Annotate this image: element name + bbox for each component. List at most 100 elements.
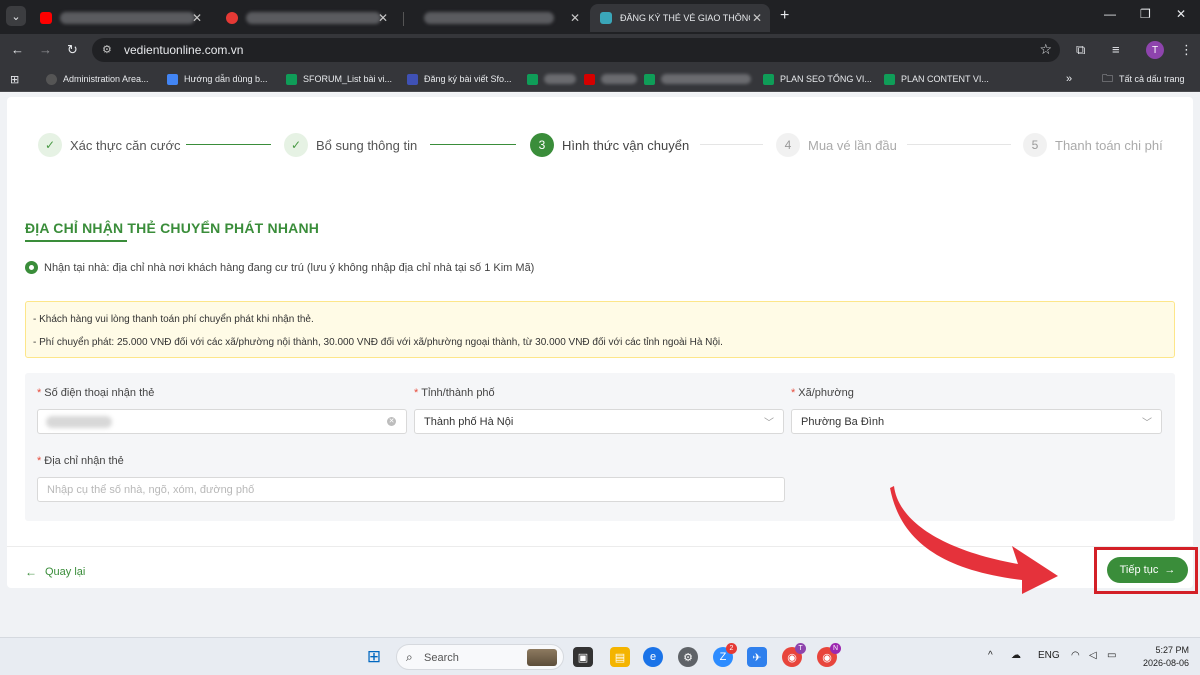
- tab-search-button[interactable]: ⌄: [6, 6, 26, 26]
- browser-tab-bar: ⌄ ✕ ✕ ✕ ĐĂNG KÝ THẺ VÉ GIAO THÔNG ✕ + — …: [0, 0, 1200, 34]
- chrome-profile-icon[interactable]: ◉ N: [817, 643, 841, 667]
- sheets-favicon-icon: [884, 73, 895, 85]
- phone-input[interactable]: ✕: [37, 409, 407, 434]
- tray-chevron-up-icon[interactable]: ^: [988, 650, 993, 661]
- back-arrow-icon[interactable]: ←: [11, 42, 24, 57]
- browser-tab-1[interactable]: ✕: [30, 4, 210, 32]
- progress-stepper: ✓ Xác thực căn cước ✓ Bổ sung thông tin …: [7, 131, 1193, 159]
- step-number: 4: [776, 133, 800, 157]
- forward-arrow-icon[interactable]: →: [39, 42, 52, 57]
- restore-icon[interactable]: ❐: [1140, 7, 1151, 21]
- media-control-icon[interactable]: ≡: [1112, 42, 1120, 57]
- bookmark-item[interactable]: Hướng dẫn dùng b...: [167, 72, 267, 86]
- all-bookmarks-folder[interactable]: 🗀 Tất cả dấu trang: [1102, 72, 1185, 86]
- required-mark: *: [37, 387, 42, 399]
- site-info-icon[interactable]: ⚙: [102, 43, 112, 56]
- ward-label: * Xã/phường: [791, 387, 854, 399]
- browser-toolbar: ← → ↻ ⚙ vedientuonline.com.vn ☆ ⧉ ≡ T ⋮: [0, 34, 1200, 66]
- bookmark-item[interactable]: SFORUM_List bài vi...: [286, 72, 392, 86]
- bookmark-item-redacted[interactable]: [584, 72, 637, 86]
- search-highlight-image: [527, 649, 557, 666]
- cloud-icon[interactable]: ☁: [1011, 650, 1021, 661]
- bookmark-star-icon[interactable]: ☆: [1039, 41, 1052, 58]
- required-mark: *: [414, 387, 419, 399]
- city-value: Thành phố Hà Nội: [424, 416, 514, 428]
- language-indicator[interactable]: ENG: [1038, 650, 1060, 661]
- windows-taskbar: ⊞ ⌕ Search ▣ ▤ e ⚙ Z2 ✈ ◉ T ◉ N ^ ☁ ENG ◠ …: [0, 637, 1200, 675]
- close-tab-icon[interactable]: ✕: [378, 11, 388, 25]
- speaker-icon[interactable]: ◁: [1089, 650, 1097, 661]
- phone-label: * Số điện thoại nhận thẻ: [37, 387, 155, 399]
- folder-icon: 🗀: [1102, 72, 1113, 85]
- url-text[interactable]: vedientuonline.com.vn: [124, 43, 243, 57]
- step-connector: [907, 144, 1011, 145]
- highlight-box: [1094, 547, 1198, 594]
- tab-title: ĐĂNG KÝ THẺ VÉ GIAO THÔNG: [620, 13, 750, 23]
- close-window-icon[interactable]: ✕: [1176, 7, 1186, 21]
- bookmark-item[interactable]: PLAN CONTENT VI...: [884, 72, 989, 86]
- close-tab-icon[interactable]: ✕: [570, 11, 580, 25]
- taskbar-search[interactable]: ⌕ Search: [396, 644, 564, 670]
- wifi-icon[interactable]: ◠: [1071, 650, 1080, 661]
- windows-start-icon[interactable]: ⊞: [364, 647, 384, 667]
- minimize-icon[interactable]: —: [1104, 7, 1116, 21]
- address-input[interactable]: Nhập cụ thể số nhà, ngõ, xóm, đường phố: [37, 477, 785, 502]
- step-4: 4 Mua vé lần đầu: [776, 131, 897, 159]
- radio-selected-icon[interactable]: [25, 261, 38, 274]
- home-delivery-radio[interactable]: Nhận tại nhà: địa chỉ nhà nơi khách hàng…: [25, 261, 534, 274]
- file-explorer-icon[interactable]: ▤: [610, 647, 630, 667]
- clear-input-icon[interactable]: ✕: [387, 417, 396, 426]
- reload-icon[interactable]: ↻: [67, 42, 78, 58]
- browser-tab-active[interactable]: ĐĂNG KÝ THẺ VÉ GIAO THÔNG ✕: [590, 4, 770, 32]
- bookmark-item[interactable]: Administration Area...: [46, 72, 149, 86]
- messenger-icon[interactable]: ✈: [747, 647, 767, 667]
- bookmark-favicon-icon: [46, 73, 57, 85]
- sheets-favicon-icon: [286, 73, 297, 85]
- new-tab-button[interactable]: +: [780, 7, 789, 25]
- phone-value-redacted: [46, 416, 112, 428]
- step-1: ✓ Xác thực căn cước: [38, 131, 180, 159]
- required-mark: *: [791, 387, 796, 399]
- bookmark-item-redacted[interactable]: [644, 72, 751, 86]
- address-bar[interactable]: ⚙ vedientuonline.com.vn ☆: [92, 38, 1060, 62]
- chrome-icon[interactable]: ◉ T: [782, 643, 806, 667]
- bookmark-item[interactable]: Đăng ký bài viết Sfo...: [407, 72, 512, 86]
- bookmark-item-redacted[interactable]: [527, 72, 576, 86]
- ward-select[interactable]: Phường Ba Đình ﹀: [791, 409, 1162, 434]
- chrome-menu-icon[interactable]: ⋮: [1180, 42, 1193, 58]
- ward-value: Phường Ba Đình: [801, 416, 885, 428]
- step-label: Mua vé lần đầu: [808, 137, 897, 153]
- step-label: Xác thực căn cước: [70, 137, 181, 153]
- sheets-favicon-icon: [763, 73, 774, 85]
- settings-gear-icon[interactable]: ⚙: [678, 647, 698, 667]
- battery-icon[interactable]: ▭: [1107, 650, 1116, 661]
- extensions-icon[interactable]: ⧉: [1076, 42, 1085, 58]
- apps-grid-icon[interactable]: ⊞: [10, 72, 19, 86]
- search-icon: ⌕: [406, 650, 413, 664]
- city-select[interactable]: Thành phố Hà Nội ﹀: [414, 409, 784, 434]
- bookmarks-bar: ⊞ Administration Area... Hướng dẫn dùng …: [0, 66, 1200, 92]
- more-bookmarks-icon[interactable]: »: [1066, 72, 1072, 86]
- step-number: 5: [1023, 133, 1047, 157]
- step-connector: [430, 144, 516, 145]
- close-tab-icon[interactable]: ✕: [752, 11, 762, 25]
- tab-title-redacted: [60, 12, 195, 24]
- profile-avatar[interactable]: T: [1146, 41, 1164, 59]
- zalo-icon[interactable]: Z2: [713, 643, 737, 667]
- step-5: 5 Thanh toán chi phí: [1023, 131, 1163, 159]
- forms-favicon-icon: [407, 73, 418, 85]
- bookmark-item[interactable]: PLAN SEO TỔNG VI...: [763, 72, 872, 86]
- close-tab-icon[interactable]: ✕: [192, 11, 202, 25]
- step-connector: [700, 144, 763, 145]
- browser-tab-2[interactable]: ✕: [216, 4, 396, 32]
- radio-label[interactable]: Nhận tại nhà: địa chỉ nhà nơi khách hàng…: [44, 262, 534, 274]
- task-view-icon[interactable]: ▣: [573, 647, 593, 667]
- system-clock[interactable]: 5:27 PM 2026-08-06: [1133, 644, 1189, 670]
- city-label: * Tỉnh/thành phố: [414, 387, 495, 399]
- back-button[interactable]: ← Quay lại: [25, 565, 85, 579]
- tab-title-redacted: [424, 12, 554, 24]
- browser-tab-3[interactable]: ✕: [408, 4, 588, 32]
- sheets-favicon-icon: [527, 73, 538, 85]
- edge-icon[interactable]: e: [643, 647, 663, 667]
- shipping-fee-notice: - Khách hàng vui lòng thanh toán phí chu…: [25, 301, 1175, 358]
